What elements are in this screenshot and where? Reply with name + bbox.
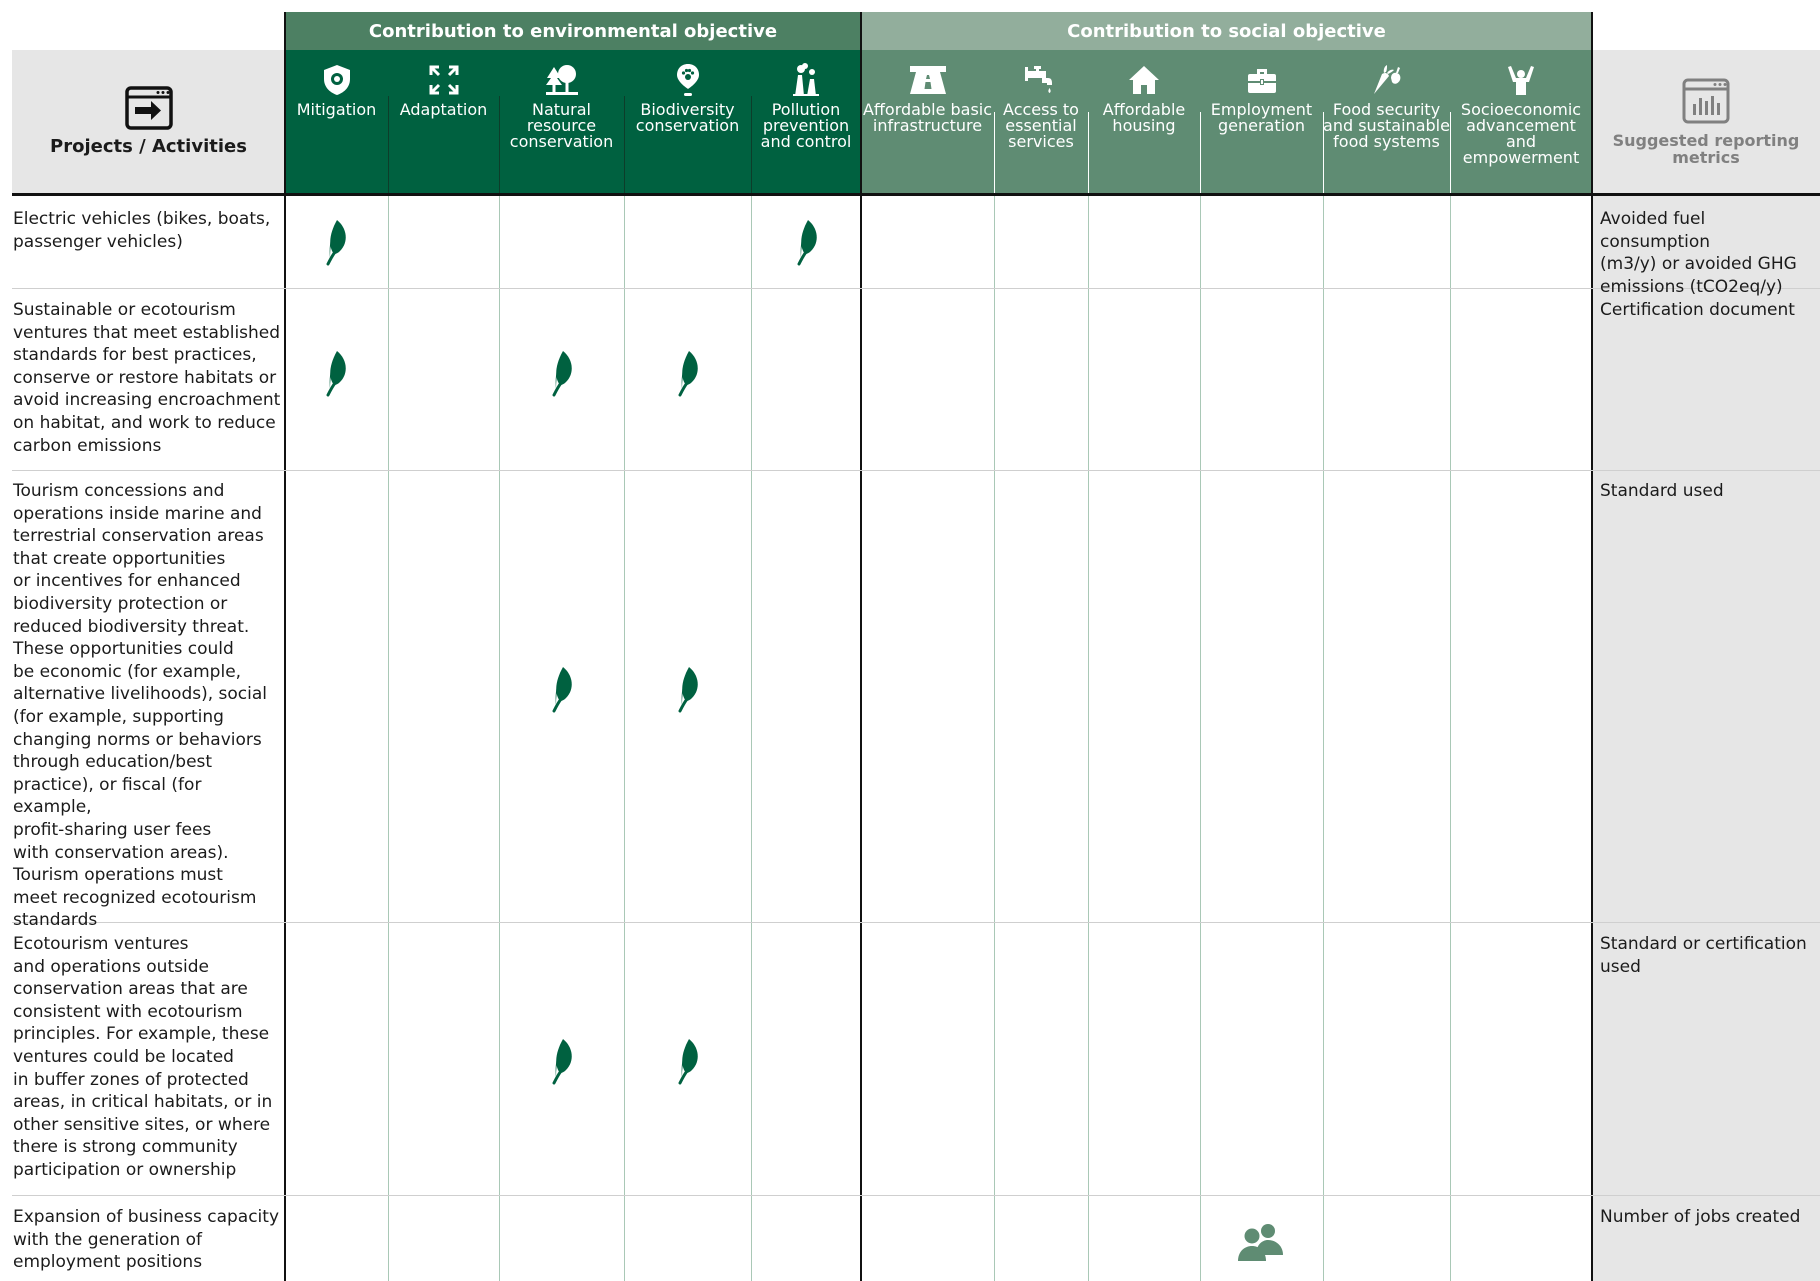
col-label: Pollution prevention and control	[760, 100, 852, 151]
people-icon	[1237, 1223, 1285, 1263]
project-text: Ecotourism ventures and operations outsi…	[13, 934, 273, 1180]
divider	[1088, 196, 1089, 1281]
leaf-icon	[792, 218, 820, 266]
trees-icon	[545, 65, 578, 95]
divider	[499, 196, 500, 1281]
col-mitigation: Mitigation	[285, 50, 388, 193]
divider	[499, 96, 500, 193]
divider	[860, 12, 862, 1281]
divider	[1450, 196, 1451, 1281]
divider	[624, 96, 625, 193]
metrics-header: Suggested reporting metrics	[1592, 50, 1820, 193]
leaf-icon	[321, 349, 349, 397]
col-label: Biodiversity conservation	[635, 100, 740, 135]
project-text: Expansion of business capacity with the …	[13, 1207, 279, 1273]
divider	[284, 12, 286, 1281]
water-tap-icon	[1025, 66, 1052, 93]
metric-text: Certification document	[1600, 300, 1795, 320]
col-label: Socioeconomic advancement and empowermen…	[1460, 100, 1582, 167]
social-objective-header: Contribution to social objective	[861, 12, 1592, 51]
road-icon	[909, 66, 946, 94]
metric-text: Standard or certification used	[1600, 934, 1807, 977]
metric-text: Standard used	[1600, 481, 1724, 501]
leaf-icon	[547, 349, 575, 397]
person-raised-arms-icon	[1508, 66, 1534, 95]
col-label: Natural resource conservation	[509, 100, 614, 151]
leaf-icon	[321, 218, 349, 266]
projects-label: Projects / Activities	[50, 136, 247, 157]
col-adaptation: Adaptation	[388, 50, 499, 193]
project-text: Tourism concessions and operations insid…	[13, 481, 268, 931]
col-label: Adaptation	[399, 100, 488, 119]
col-label: Affordable housing	[1102, 100, 1186, 135]
leaf-icon	[673, 665, 701, 713]
briefcase-icon	[1247, 69, 1276, 93]
taxonomy-table: Contribution to environmental objective …	[0, 0, 1820, 1281]
divider	[1323, 196, 1324, 1281]
factory-icon	[793, 63, 819, 96]
divider	[751, 96, 752, 193]
divider	[388, 196, 389, 1281]
col-basic-infrastructure: Affordable basic infrastructure	[861, 50, 994, 193]
divider	[1200, 112, 1201, 193]
divider	[1088, 112, 1089, 193]
shield-gear-icon	[323, 65, 350, 95]
leaf-icon	[547, 665, 575, 713]
bar-chart-window-icon	[1682, 78, 1730, 123]
leaf-icon	[673, 1037, 701, 1085]
col-label: Employment generation	[1210, 100, 1313, 135]
header-rule	[12, 193, 1820, 196]
col-essential-services: Access to essential services	[994, 50, 1088, 193]
divider	[388, 96, 389, 193]
col-pollution: Pollution prevention and control	[751, 50, 861, 193]
divider	[994, 112, 995, 193]
divider	[624, 196, 625, 1281]
project-text: Electric vehicles (bikes, boats, passeng…	[13, 209, 271, 252]
divider	[751, 196, 752, 1281]
paw-pin-icon	[676, 64, 699, 96]
metrics-column-bg	[1593, 196, 1820, 1281]
col-biodiversity: Biodiversity conservation	[624, 50, 751, 193]
metrics-label: Suggested reporting metrics	[1612, 130, 1800, 167]
row-divider	[12, 922, 1820, 923]
col-employment: Employment generation	[1200, 50, 1323, 193]
house-icon	[1129, 66, 1159, 94]
col-food-security: Food security and sustainable food syste…	[1323, 50, 1450, 193]
document-arrow-icon	[124, 86, 173, 130]
project-text: Sustainable or ecotourism ventures that …	[13, 300, 281, 456]
leaf-icon	[673, 349, 701, 397]
divider	[1200, 196, 1201, 1281]
row-divider	[12, 288, 1820, 289]
col-socioeconomic: Socioeconomic advancement and empowermen…	[1450, 50, 1592, 193]
divider	[1323, 112, 1324, 193]
row-divider	[12, 470, 1820, 471]
expand-arrows-icon	[429, 65, 458, 95]
metric-text: Number of jobs created	[1600, 1207, 1801, 1227]
divider	[994, 196, 995, 1281]
divider	[1450, 112, 1451, 193]
vegetables-icon	[1373, 65, 1400, 94]
divider	[1591, 12, 1593, 1281]
leaf-icon	[547, 1037, 575, 1085]
col-label: Food security and sustainable food syste…	[1323, 100, 1450, 151]
env-objective-header: Contribution to environmental objective	[285, 12, 861, 51]
projects-header: Projects / Activities	[12, 50, 285, 193]
metric-text: Avoided fuel consumption (m3/y) or avoid…	[1600, 209, 1797, 297]
col-housing: Affordable housing	[1088, 50, 1200, 193]
row-divider	[12, 1195, 1820, 1196]
col-label: Affordable basic infrastructure	[862, 100, 993, 135]
col-label: Access to essential services	[1003, 100, 1079, 151]
col-label: Mitigation	[296, 100, 377, 119]
col-natural-resource: Natural resource conservation	[499, 50, 624, 193]
